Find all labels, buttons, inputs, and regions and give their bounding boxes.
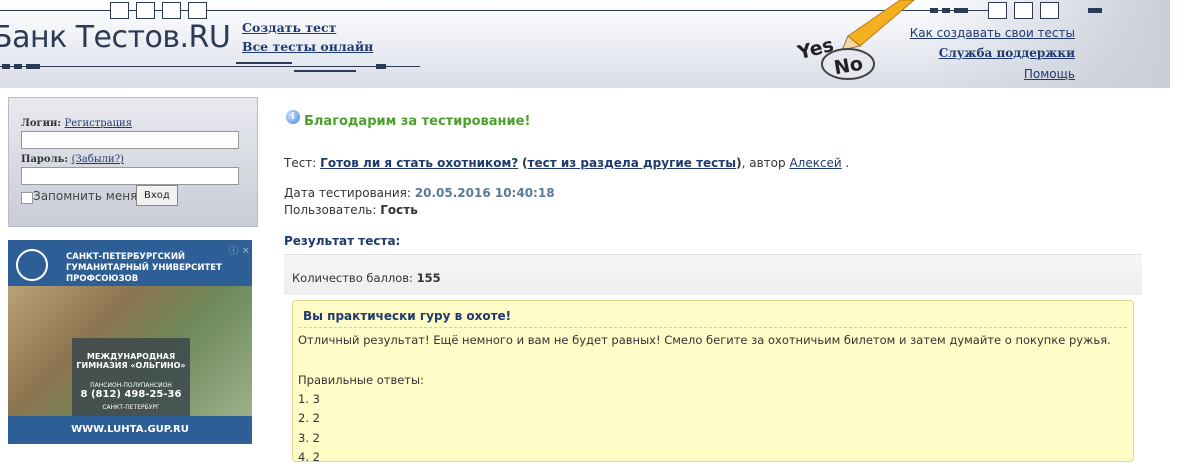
password-label-row: Пароль: (Забыли?) <box>21 154 124 165</box>
ad-building-photo: Международная гимназия «Ольгино» пансион… <box>8 286 252 444</box>
login-form: Логин: Регистрация Пароль: (Забыли?) Зап… <box>8 97 258 227</box>
ad-city: Санкт-Петербург <box>102 404 160 411</box>
ad-title: Санкт-Петербургский гуманитарный универс… <box>66 252 222 284</box>
ad-line2: гимназия «Ольгино» <box>76 361 186 370</box>
university-emblem-icon <box>16 249 48 281</box>
advertisement-banner[interactable]: Санкт-Петербургский гуманитарный универс… <box>8 240 252 444</box>
yes-no-pencil-logo: Yes No <box>795 0 915 80</box>
password-label: Пароль: <box>21 154 69 165</box>
deco-dash <box>14 64 22 69</box>
score-label: Количество баллов: <box>292 271 413 285</box>
deco-square <box>136 2 155 19</box>
deco-square <box>1014 2 1033 19</box>
site-header: Банк Тестов.RU Создать тест Все тесты он… <box>0 0 1170 89</box>
deco-dash <box>294 70 356 72</box>
info-icon: i <box>286 110 300 124</box>
deco-square <box>1040 2 1059 19</box>
ad-line1: Международная <box>86 352 176 361</box>
verdict-divider <box>299 327 1127 328</box>
deco-dash <box>954 8 968 13</box>
answer-item: 3. 2 <box>298 431 320 445</box>
test-info-line: Тест: Готов ли я стать охотником? (тест … <box>284 156 850 170</box>
sidebar: Логин: Регистрация Пароль: (Забыли?) Зап… <box>0 88 258 456</box>
header-bottom-line <box>0 66 420 67</box>
verdict-box: Вы практически гуру в охоте! Отличный ре… <box>292 300 1134 464</box>
verdict-text: Отличный результат! Ещё немного и вам не… <box>298 333 1111 347</box>
ad-close-icon[interactable]: ⓘ ✕ <box>228 242 250 257</box>
deco-dash <box>942 8 950 13</box>
link-how-to-create[interactable]: Как создавать свои тесты <box>910 26 1075 40</box>
register-link[interactable]: Регистрация <box>65 118 132 129</box>
author-prefix: , автор <box>741 156 786 170</box>
deco-dash <box>1088 8 1102 13</box>
deco-dash <box>236 62 292 64</box>
result-heading: Результат теста: <box>284 234 401 248</box>
author-link[interactable]: Алексей <box>789 156 841 170</box>
deco-square <box>162 2 181 19</box>
deco-dash <box>376 64 386 69</box>
login-label: Логин: <box>21 118 62 129</box>
test-prefix: Тест: <box>284 156 317 170</box>
ad-header: Санкт-Петербургский гуманитарный универс… <box>8 240 252 286</box>
remember-me-checkbox[interactable] <box>21 192 33 204</box>
deco-dash <box>2 64 10 69</box>
deco-dash <box>930 8 938 13</box>
date-label: Дата тестирования: <box>284 186 411 200</box>
deco-square <box>188 2 207 19</box>
ad-line3: пансион-полупансион <box>90 382 172 389</box>
link-help[interactable]: Помощь <box>1024 67 1075 81</box>
user-line: Пользователь: Гость <box>284 203 418 217</box>
user-value: Гость <box>380 203 418 217</box>
verdict-title: Вы практически гуру в охоте! <box>303 309 512 323</box>
link-support[interactable]: Служба поддержки <box>939 46 1075 60</box>
deco-dash <box>26 64 40 69</box>
ad-url: WWW.LUHTA.GUP.RU <box>8 416 252 444</box>
answer-item: 1. 3 <box>298 392 320 406</box>
answers-heading: Правильные ответы: <box>298 373 424 387</box>
nav-create-test[interactable]: Создать тест <box>242 20 336 35</box>
answer-item: 2. 2 <box>298 411 320 425</box>
site-logo[interactable]: Банк Тестов.RU <box>0 20 231 55</box>
score-value: 155 <box>416 271 441 285</box>
date-line: Дата тестирования: 20.05.2016 10:40:18 <box>284 186 555 200</box>
score-bar: Количество баллов: 155 <box>284 254 1142 295</box>
ad-phone: 8 (812) 498-25-36 <box>80 389 182 400</box>
login-button[interactable]: Вход <box>136 185 178 206</box>
date-value: 20.05.2016 10:40:18 <box>414 186 555 200</box>
forgot-password-link[interactable]: (Забыли?) <box>72 154 124 165</box>
nav-all-tests[interactable]: Все тесты онлайн <box>242 39 373 54</box>
user-label: Пользователь: <box>284 203 377 217</box>
test-name-link[interactable]: Готов ли я стать охотником? <box>320 156 518 170</box>
remember-me-label: Запомнить меня <box>33 189 138 203</box>
thanks-heading: Благодарим за тестирование! <box>304 114 531 129</box>
score-line: Количество баллов: 155 <box>292 271 441 285</box>
main-content: i Благодарим за тестирование! Тест: Гото… <box>258 88 1170 464</box>
password-input[interactable] <box>21 167 239 185</box>
answer-item: 4. 2 <box>298 450 320 464</box>
pencil-icon <box>847 0 915 47</box>
login-label-row: Логин: Регистрация <box>21 118 132 129</box>
deco-square <box>988 2 1007 19</box>
section-link[interactable]: тест из раздела другие тесты <box>528 156 737 170</box>
deco-square <box>110 2 129 19</box>
login-input[interactable] <box>21 131 239 149</box>
